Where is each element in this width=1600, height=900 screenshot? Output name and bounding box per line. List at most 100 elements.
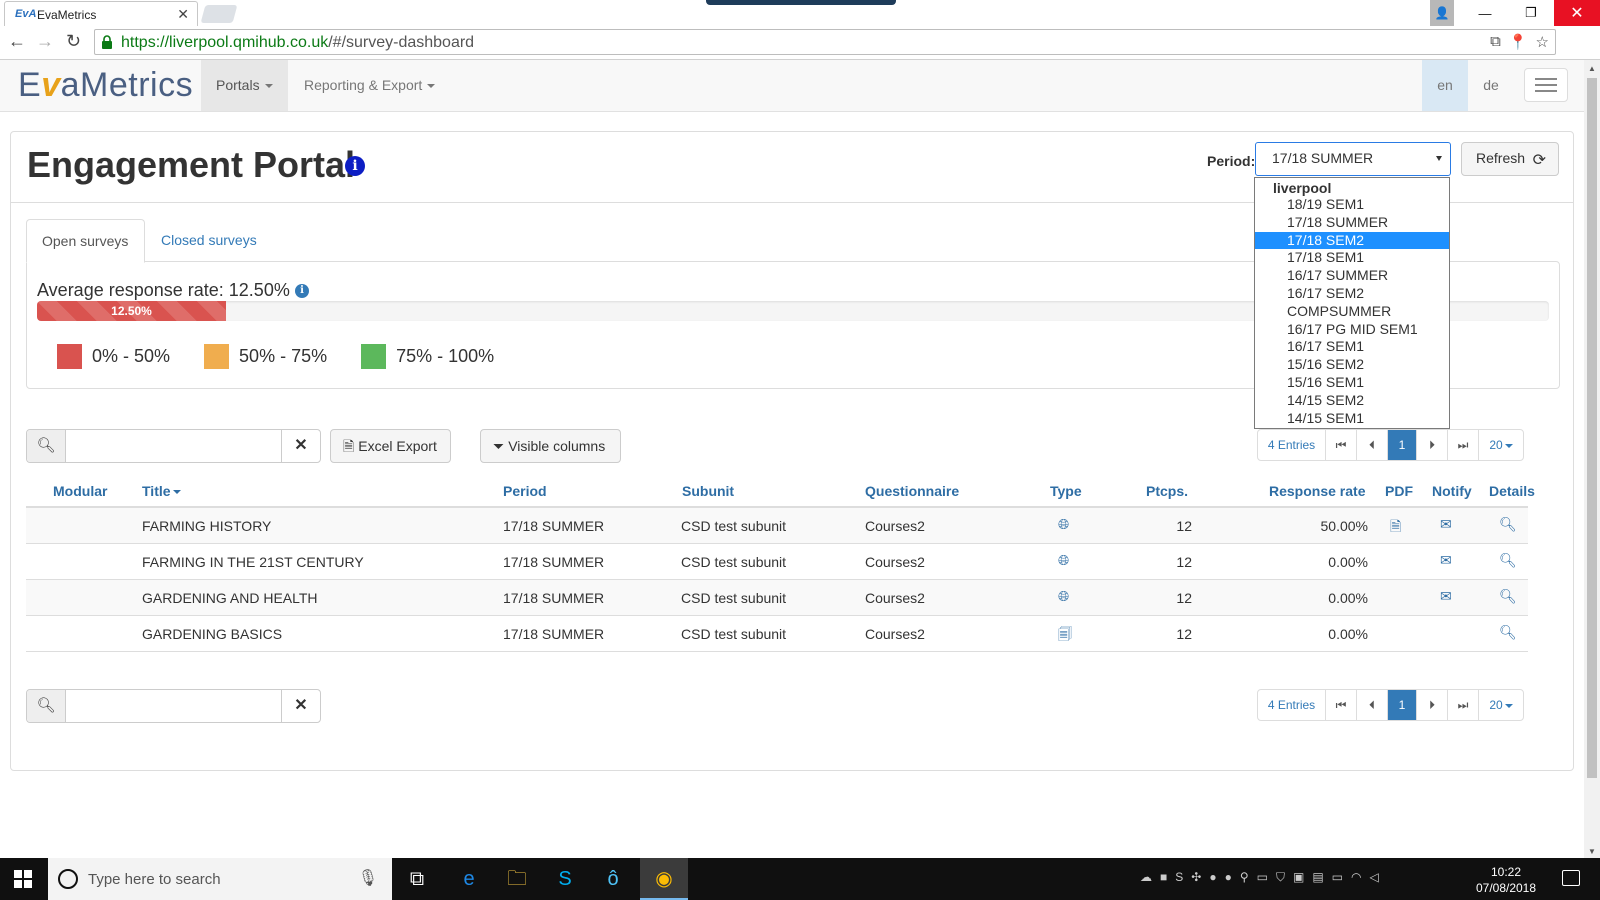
close-tab-icon[interactable]: ✕ (177, 6, 189, 23)
scroll-down-icon[interactable]: ▼ (1588, 847, 1596, 856)
dropdown-option[interactable]: 14/15 SEM2 (1255, 392, 1449, 410)
column-type[interactable]: Type (1050, 483, 1082, 499)
address-bar[interactable]: https://liverpool.qmihub.co.uk/#/survey-… (94, 29, 1556, 55)
column-period[interactable]: Period (503, 483, 547, 499)
first-page-icon[interactable]: ⏮ (1326, 430, 1357, 460)
new-tab-button[interactable] (200, 5, 238, 23)
skype-icon[interactable]: S (552, 866, 578, 892)
prev-page-icon[interactable]: ⏴ (1357, 690, 1388, 720)
taskbar-search-box[interactable]: Type here to search 🎙 (48, 858, 392, 900)
dropdown-option[interactable]: 17/18 SUMMER (1255, 214, 1449, 232)
taskbar-clock[interactable]: 10:22 07/08/2018 (1474, 864, 1538, 896)
file-explorer-icon[interactable]: 🗀 (504, 866, 530, 892)
microphone-icon[interactable]: 🎙 (358, 868, 378, 888)
column-response-rate[interactable]: Response rate (1269, 483, 1365, 499)
dropdown-option[interactable]: 15/16 SEM1 (1255, 374, 1449, 392)
next-page-icon[interactable]: ⏵ (1417, 430, 1448, 460)
prev-page-icon[interactable]: ⏴ (1357, 430, 1388, 460)
table-row[interactable]: FARMING HISTORY 17/18 SUMMER CSD test subu… (26, 508, 1528, 544)
page-size-select[interactable]: 20 (1479, 690, 1523, 720)
restore-icon[interactable]: ❐ (1508, 0, 1554, 26)
dropdown-option[interactable]: 17/18 SEM1 (1255, 249, 1449, 267)
wifi-icon[interactable]: ◠ (1351, 870, 1361, 885)
visible-columns-button[interactable]: ⏷ Visible columns (480, 429, 621, 463)
volume-icon[interactable]: ◁ (1370, 870, 1379, 885)
shield-icon[interactable]: ⛉ (1276, 870, 1285, 885)
scroll-up-icon[interactable]: ▲ (1588, 64, 1596, 73)
envelope-icon[interactable]: ✉ (1440, 588, 1452, 605)
tray-app-icon[interactable]: ▣ (1293, 870, 1304, 885)
evametrics-logo[interactable]: EvaMetrics (18, 66, 193, 105)
first-page-icon[interactable]: ⏮ (1326, 690, 1357, 720)
dropdown-option[interactable]: 16/17 SUMMER (1255, 267, 1449, 285)
current-page[interactable]: 1 (1388, 690, 1417, 720)
task-view-icon[interactable]: ⧉ (404, 866, 430, 892)
next-page-icon[interactable]: ⏵ (1417, 690, 1448, 720)
edge-browser-icon[interactable]: e (456, 866, 482, 892)
info-icon[interactable]: i (345, 156, 365, 176)
details-search-icon[interactable]: 🔍︎ (1499, 624, 1517, 641)
onedrive-icon[interactable]: ☁ (1140, 870, 1152, 885)
tray-app-icon[interactable]: ▭ (1257, 870, 1268, 885)
column-questionnaire[interactable]: Questionnaire (865, 483, 959, 499)
bookmark-star-icon[interactable]: ☆ (1536, 33, 1549, 51)
hamburger-menu-icon[interactable] (1524, 68, 1568, 102)
details-search-icon[interactable]: 🔍︎ (1499, 588, 1517, 605)
search-input-bottom[interactable] (67, 690, 282, 722)
column-ptcps[interactable]: Ptcps. (1146, 483, 1188, 499)
reload-icon[interactable]: ↻ (66, 31, 81, 52)
forward-arrow-icon[interactable]: → (36, 31, 54, 52)
details-search-icon[interactable]: 🔍︎ (1499, 516, 1517, 533)
envelope-icon[interactable]: ✉ (1440, 552, 1452, 569)
portals-menu[interactable]: Portals (201, 60, 288, 111)
windows-start-icon[interactable] (14, 870, 32, 888)
last-page-icon[interactable]: ⏭ (1448, 430, 1479, 460)
dropdown-option[interactable]: 16/17 SEM2 (1255, 285, 1449, 303)
back-arrow-icon[interactable]: ← (8, 31, 26, 52)
tray-app-icon[interactable]: ● (1209, 870, 1216, 885)
blocked-popup-icon[interactable]: ⧉ (1490, 33, 1501, 51)
chrome-icon[interactable]: ◉ (651, 866, 677, 892)
dropdown-option[interactable]: 14/15 SEM1 (1255, 410, 1449, 428)
info-icon[interactable]: i (295, 284, 309, 298)
browser-tab[interactable]: EvA EvaMetrics ✕ (4, 1, 198, 26)
tray-app-icon[interactable]: S (1175, 870, 1183, 885)
pdf-icon[interactable]: 🗎 (1390, 516, 1401, 540)
pin-icon[interactable]: 📍 (1509, 33, 1528, 51)
reporting-export-menu[interactable]: Reporting & Export (289, 60, 450, 111)
column-subunit[interactable]: Subunit (682, 483, 734, 499)
user-profile-icon[interactable]: 👤 (1430, 0, 1454, 26)
dropdown-option[interactable]: 18/19 SEM1 (1255, 196, 1449, 214)
tray-app-icon[interactable]: ✣ (1191, 870, 1201, 885)
tab-open-surveys[interactable]: Open surveys (26, 219, 145, 263)
dropdown-option[interactable]: 17/18 SEM2 (1255, 231, 1449, 250)
dropdown-option[interactable]: 16/17 PG MID SEM1 (1255, 321, 1449, 339)
dropdown-option[interactable]: 15/16 SEM2 (1255, 356, 1449, 374)
column-modular[interactable]: Modular (53, 483, 107, 499)
tab-closed-surveys[interactable]: Closed surveys (146, 219, 272, 263)
period-select[interactable]: 17/18 SUMMER (1255, 142, 1451, 176)
refresh-button[interactable]: Refresh ⟳ (1461, 142, 1559, 176)
table-row[interactable]: GARDENING BASICS 17/18 SUMMER CSD test sub… (26, 616, 1528, 652)
clear-search-button[interactable]: ✕ (281, 690, 320, 722)
camera-icon[interactable]: ■ (1160, 870, 1167, 885)
current-page[interactable]: 1 (1388, 430, 1417, 460)
page-scrollbar[interactable]: ▲ ▼ (1584, 60, 1600, 858)
excel-export-button[interactable]: 🗎 Excel Export (330, 429, 451, 463)
last-page-icon[interactable]: ⏭ (1448, 690, 1479, 720)
table-row[interactable]: GARDENING AND HEALTH 17/18 SUMMER CSD test… (26, 580, 1528, 616)
battery-icon[interactable]: ▭ (1332, 870, 1343, 885)
envelope-icon[interactable]: ✉ (1440, 516, 1452, 533)
tray-app-icon[interactable]: ⚲ (1240, 870, 1249, 885)
language-en[interactable]: en (1422, 60, 1468, 111)
action-center-icon[interactable] (1562, 870, 1580, 886)
details-search-icon[interactable]: 🔍︎ (1499, 552, 1517, 569)
tray-app-icon[interactable]: ▤ (1312, 870, 1323, 885)
dropdown-option[interactable]: 16/17 SEM1 (1255, 338, 1449, 356)
scrollbar-thumb[interactable] (1587, 78, 1597, 778)
minimize-icon[interactable]: — (1462, 0, 1508, 26)
page-size-select[interactable]: 20 (1479, 430, 1523, 460)
clear-search-button[interactable]: ✕ (281, 430, 320, 462)
search-input[interactable] (67, 430, 282, 462)
close-window-icon[interactable]: ✕ (1554, 0, 1600, 26)
